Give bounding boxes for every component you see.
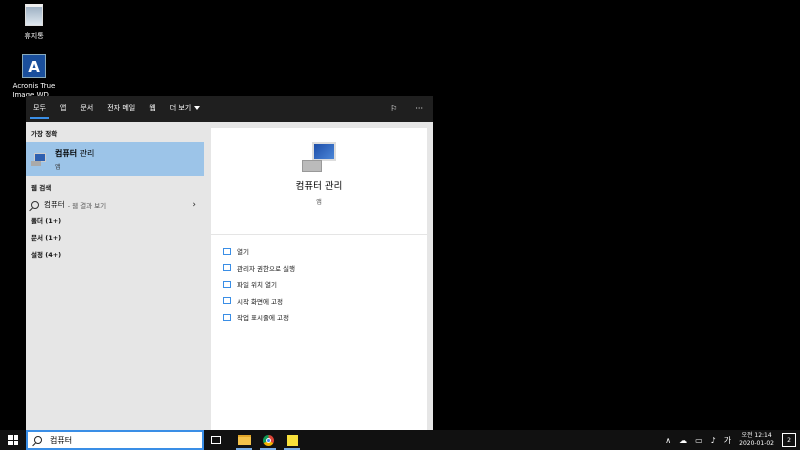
preview-actions: 열기 관리자 권한으로 실행 파일 위치 열기 시작 화면에 고정 작업 표시줄… (211, 235, 427, 326)
clock-time: 오전 12:14 (741, 432, 772, 439)
chevron-right-icon[interactable]: › (192, 200, 196, 210)
tab-email[interactable]: 전자 메일 (100, 103, 142, 122)
category-folders[interactable]: 폴더 (1+) (26, 213, 204, 230)
action-label: 관리자 권한으로 실행 (237, 264, 295, 273)
taskbar-search-box[interactable] (26, 430, 204, 450)
tab-all[interactable]: 모두 (26, 103, 53, 122)
best-match-title-bold: 컴퓨터 (55, 148, 78, 158)
chrome-icon (262, 434, 274, 446)
web-search-header: 웹 검색 (31, 184, 52, 192)
system-tray: ∧ ☁ ▭ ♪ 가 오전 12:14 2020-01-02 2 (665, 430, 800, 450)
battery-icon[interactable]: ▭ (695, 436, 703, 445)
action-open[interactable]: 열기 (211, 243, 427, 260)
recycle-bin-icon (21, 4, 47, 30)
action-pin-to-start[interactable]: 시작 화면에 고정 (211, 293, 427, 310)
web-search-query: 컴퓨터 (44, 200, 65, 209)
category-documents[interactable]: 문서 (1+) (26, 230, 204, 247)
search-filter-tabs: 모두 앱 문서 전자 메일 웹 더 보기 ⚐ ··· (26, 96, 433, 122)
preview-pane: 컴퓨터 관리 앱 열기 관리자 권한으로 실행 파일 위치 열기 시작 화면에 … (211, 128, 427, 430)
tab-apps[interactable]: 앱 (53, 103, 73, 122)
acronis-desktop-icon[interactable]: A Acronis True Image WD... (2, 54, 66, 100)
start-button[interactable] (0, 430, 26, 450)
clock[interactable]: 오전 12:14 2020-01-02 (739, 432, 774, 448)
open-icon (223, 247, 231, 255)
show-hidden-icons-chevron-icon[interactable]: ∧ (665, 436, 671, 445)
web-search-hint: - 웹 결과 보기 (67, 201, 107, 210)
search-panel: 모두 앱 문서 전자 메일 웹 더 보기 ⚐ ··· 가장 정확 컴퓨터 관리 … (26, 96, 433, 430)
sticky-notes-icon (286, 434, 298, 446)
tab-more[interactable]: 더 보기 (163, 103, 208, 122)
tab-documents[interactable]: 문서 (73, 103, 100, 122)
category-settings[interactable]: 설정 (4+) (26, 247, 204, 264)
action-open-file-location[interactable]: 파일 위치 열기 (211, 276, 427, 293)
results-list: 가장 정확 컴퓨터 관리 앱 웹 검색 컴퓨터 - 웹 결과 보기 › 폴더 (… (26, 122, 204, 430)
preview-title: 컴퓨터 관리 (295, 181, 343, 192)
acronis-icon: A (21, 54, 47, 80)
search-icon (31, 200, 39, 209)
search-icon (34, 436, 42, 444)
volume-icon[interactable]: ♪ (711, 436, 716, 445)
onedrive-cloud-icon[interactable]: ☁ (679, 436, 687, 445)
best-match-header: 가장 정확 (31, 130, 58, 138)
best-match-subtitle: 앱 (55, 163, 61, 171)
computer-management-icon (31, 152, 47, 166)
best-match-item[interactable]: 컴퓨터 관리 앱 (26, 142, 204, 176)
action-run-as-admin[interactable]: 관리자 권한으로 실행 (211, 260, 427, 277)
feedback-icon[interactable]: ⚐ (390, 104, 397, 113)
taskbar: ∧ ☁ ▭ ♪ 가 오전 12:14 2020-01-02 2 (0, 430, 800, 450)
desktop-icon-label: 휴지통 (24, 32, 44, 40)
action-label: 작업 표시줄에 고정 (237, 314, 289, 323)
notification-count: 2 (787, 436, 791, 444)
web-search-item[interactable]: 컴퓨터 - 웹 결과 보기 › (26, 196, 204, 213)
task-view-button[interactable] (204, 430, 228, 450)
preview-subtitle: 앱 (316, 199, 322, 206)
more-options-icon[interactable]: ··· (415, 104, 423, 113)
task-view-icon (211, 436, 221, 444)
search-input[interactable] (50, 435, 170, 445)
clock-date: 2020-01-02 (739, 440, 774, 447)
chrome-button[interactable] (256, 430, 280, 450)
action-pin-to-taskbar[interactable]: 작업 표시줄에 고정 (211, 309, 427, 326)
tab-web[interactable]: 웹 (142, 103, 162, 122)
action-center-button[interactable]: 2 (782, 433, 796, 447)
action-label: 파일 위치 열기 (237, 281, 278, 290)
tab-more-label: 더 보기 (169, 104, 192, 112)
file-explorer-button[interactable] (232, 430, 256, 450)
pin-start-icon (223, 297, 231, 305)
best-match-title-rest: 관리 (77, 148, 95, 158)
run-as-admin-icon (223, 264, 231, 272)
folder-icon (237, 435, 251, 445)
file-location-icon (223, 280, 231, 288)
computer-management-icon (302, 142, 336, 172)
sticky-notes-button[interactable] (280, 430, 304, 450)
recycle-bin-desktop-icon[interactable]: 휴지통 (2, 2, 66, 41)
action-label: 시작 화면에 고정 (237, 297, 283, 306)
ime-icon[interactable]: 가 (724, 435, 731, 446)
windows-logo-icon (8, 435, 18, 445)
action-label: 열기 (237, 248, 249, 257)
dropdown-arrow-icon (194, 106, 201, 110)
pin-taskbar-icon (223, 313, 231, 321)
